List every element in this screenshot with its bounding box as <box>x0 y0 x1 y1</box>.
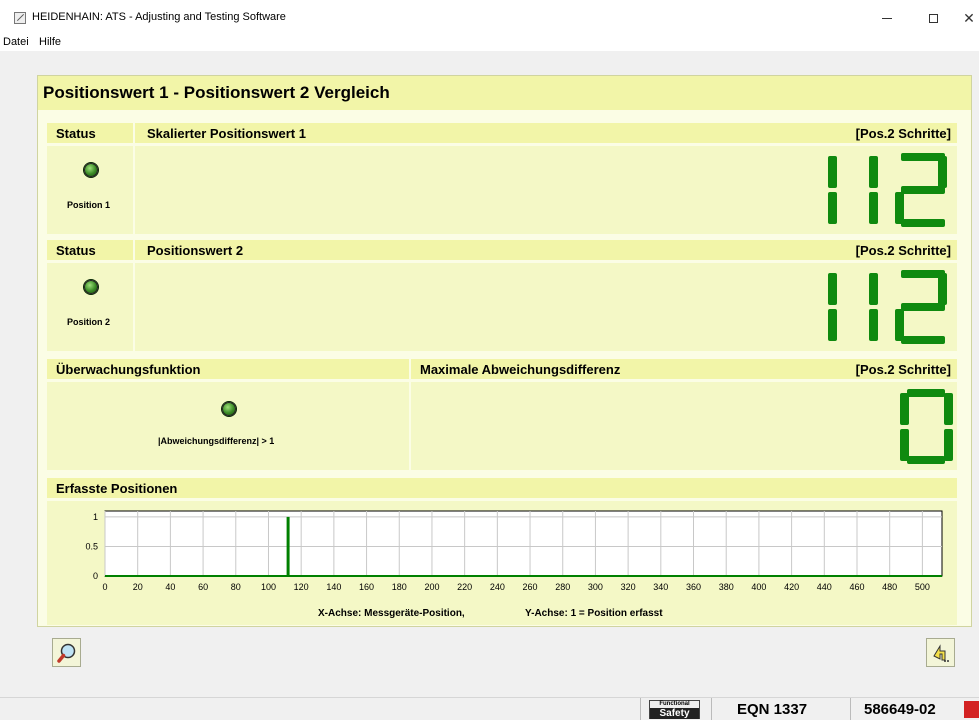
x-tick-label: 400 <box>751 582 766 592</box>
status-bar: Functional Safety EQN 1337 586649-02 <box>0 697 979 720</box>
status-led-label-2: Position 2 <box>67 317 111 327</box>
plot-frame <box>104 510 943 577</box>
close-button[interactable]: ✕ <box>954 6 979 30</box>
x-tick-label: 260 <box>523 582 538 592</box>
window-title: HEIDENHAIN: ATS - Adjusting and Testing … <box>32 11 286 23</box>
maxdiff-header-label: Maximale Abweichungsdifferenz <box>420 362 621 377</box>
value-header-2: Positionswert 2 [Pos.2 Schritte] <box>135 240 957 260</box>
x-tick-label: 40 <box>165 582 175 592</box>
close-icon: ✕ <box>963 10 975 26</box>
maxdiff-header: Maximale Abweichungsdifferenz [Pos.2 Sch… <box>411 359 957 379</box>
captured-positions-chart: 0 20 40 60 80 100 120 140 160 180 200 220 240 260 280 3… <box>85 510 943 592</box>
y-tick-label: 0.5 <box>85 541 98 551</box>
monitor-header: Überwachungsfunktion <box>47 359 409 379</box>
value-header-1: Skalierter Positionswert 1 [Pos.2 Schrit… <box>135 123 957 143</box>
value-header-2-label: Positionswert 2 <box>147 243 244 258</box>
x-tick-label: 60 <box>198 582 208 592</box>
status-cell-1: Position 1 <box>47 146 133 234</box>
x-tick-label: 240 <box>490 582 505 592</box>
position-value-1-display: 112 <box>828 153 947 227</box>
status-header-1: Status <box>47 123 133 143</box>
exit-icon <box>933 644 949 662</box>
search-button[interactable] <box>52 638 81 667</box>
value-header-1-label: Skalierter Positionswert 1 <box>147 126 306 141</box>
position-value-2-display: 112 <box>828 270 947 344</box>
monitor-cell: |Abweichungsdifferenz| > 1 <box>47 382 409 470</box>
status-led-label-deviation: |Abweichungsdifferenz| > 1 <box>158 436 275 446</box>
x-tick-label: 100 <box>261 582 276 592</box>
menu-hilfe[interactable]: Hilfe <box>39 36 61 48</box>
x-tick-label: 180 <box>392 582 407 592</box>
y-axis-caption: Y-Achse: 1 = Position erfasst <box>525 608 663 619</box>
x-tick-label: 500 <box>915 582 930 592</box>
status-cell-2: Position 2 <box>47 263 133 351</box>
x-tick-label: 280 <box>555 582 570 592</box>
y-tick-label: 0 <box>93 571 98 581</box>
x-tick-label: 340 <box>653 582 668 592</box>
status-led-position-2 <box>84 280 98 294</box>
monitor-header-label: Überwachungsfunktion <box>56 362 201 377</box>
page-title: Positionswert 1 - Positionswert 2 Vergle… <box>43 83 390 102</box>
value-cell-1: 112 <box>135 146 957 234</box>
x-tick-label: 220 <box>457 582 472 592</box>
device-name: EQN 1337 <box>737 701 808 718</box>
x-tick-label: 360 <box>686 582 701 592</box>
captured-positions-header-label: Erfasste Positionen <box>56 481 178 496</box>
x-tick-label: 200 <box>424 582 439 592</box>
maximize-button[interactable] <box>918 6 948 30</box>
x-tick-label: 140 <box>326 582 341 592</box>
x-tick-label: 120 <box>294 582 309 592</box>
x-tick-label: 440 <box>817 582 832 592</box>
badge-bottom-text: Safety <box>650 708 699 719</box>
x-tick-label: 320 <box>621 582 636 592</box>
value-cell-2: 112 <box>135 263 957 351</box>
x-axis-caption: X-Achse: Messgeräte-Position, <box>318 608 465 619</box>
y-tick-label: 1 <box>93 512 98 522</box>
maximize-icon <box>928 14 938 24</box>
comparison-panel: Positionswert 1 - Positionswert 2 Vergle… <box>37 75 972 627</box>
captured-positions-chart-area: 0 20 40 60 80 100 120 140 160 180 200 220 240 260 280 3… <box>47 501 957 625</box>
device-id: 586649-02 <box>864 701 936 718</box>
status-header-2: Status <box>47 240 133 260</box>
x-tick-label: 20 <box>133 582 143 592</box>
exit-button[interactable] <box>926 638 955 667</box>
unit-label-1: [Pos.2 Schritte] <box>855 126 951 141</box>
x-tick-label: 420 <box>784 582 799 592</box>
captured-positions-header: Erfasste Positionen <box>47 478 957 498</box>
status-led-position-1 <box>84 163 98 177</box>
unit-label-3: [Pos.2 Schritte] <box>855 362 951 377</box>
minimize-button[interactable] <box>872 6 902 30</box>
badge-top-text: Functional <box>659 701 690 707</box>
panel-header: Positionswert 1 - Positionswert 2 Vergle… <box>38 76 971 110</box>
status-led-deviation <box>222 402 236 416</box>
functional-safety-badge: Functional Safety <box>649 700 700 719</box>
menu-bar: Datei Hilfe <box>0 34 979 51</box>
menu-datei[interactable]: Datei <box>3 36 29 48</box>
status-separator <box>850 698 851 720</box>
magnifier-icon <box>57 643 76 663</box>
unit-label-2: [Pos.2 Schritte] <box>855 243 951 258</box>
status-header-2-label: Status <box>56 243 96 258</box>
x-tick-label: 160 <box>359 582 374 592</box>
window-titlebar: HEIDENHAIN: ATS - Adjusting and Testing … <box>0 0 979 36</box>
x-tick-label: 480 <box>882 582 897 592</box>
error-indicator-icon <box>964 701 979 718</box>
status-separator <box>640 698 641 720</box>
maxdiff-cell: 0 <box>411 382 957 470</box>
minimize-icon <box>882 18 892 20</box>
app-icon <box>14 12 26 24</box>
x-tick-label: 300 <box>588 582 603 592</box>
max-deviation-display: 0 <box>900 389 953 464</box>
x-tick-label: 460 <box>849 582 864 592</box>
x-tick-label: 380 <box>719 582 734 592</box>
status-header-1-label: Status <box>56 126 96 141</box>
status-separator <box>711 698 712 720</box>
status-led-label-1: Position 1 <box>67 200 111 210</box>
x-tick-label: 80 <box>231 582 241 592</box>
x-tick-label: 0 <box>102 582 107 592</box>
